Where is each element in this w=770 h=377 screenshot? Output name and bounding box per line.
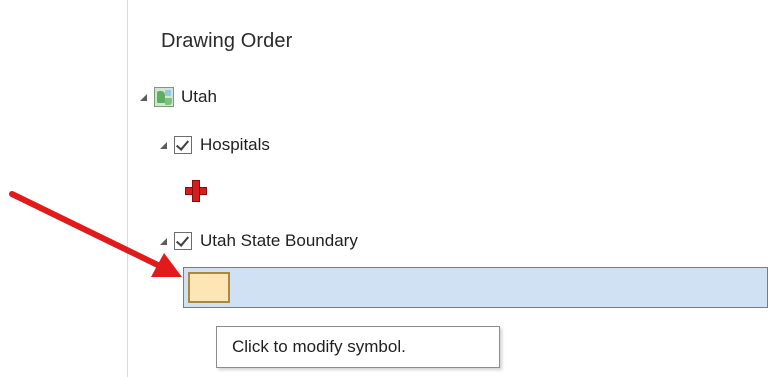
annotation-arrow-icon bbox=[9, 191, 182, 277]
